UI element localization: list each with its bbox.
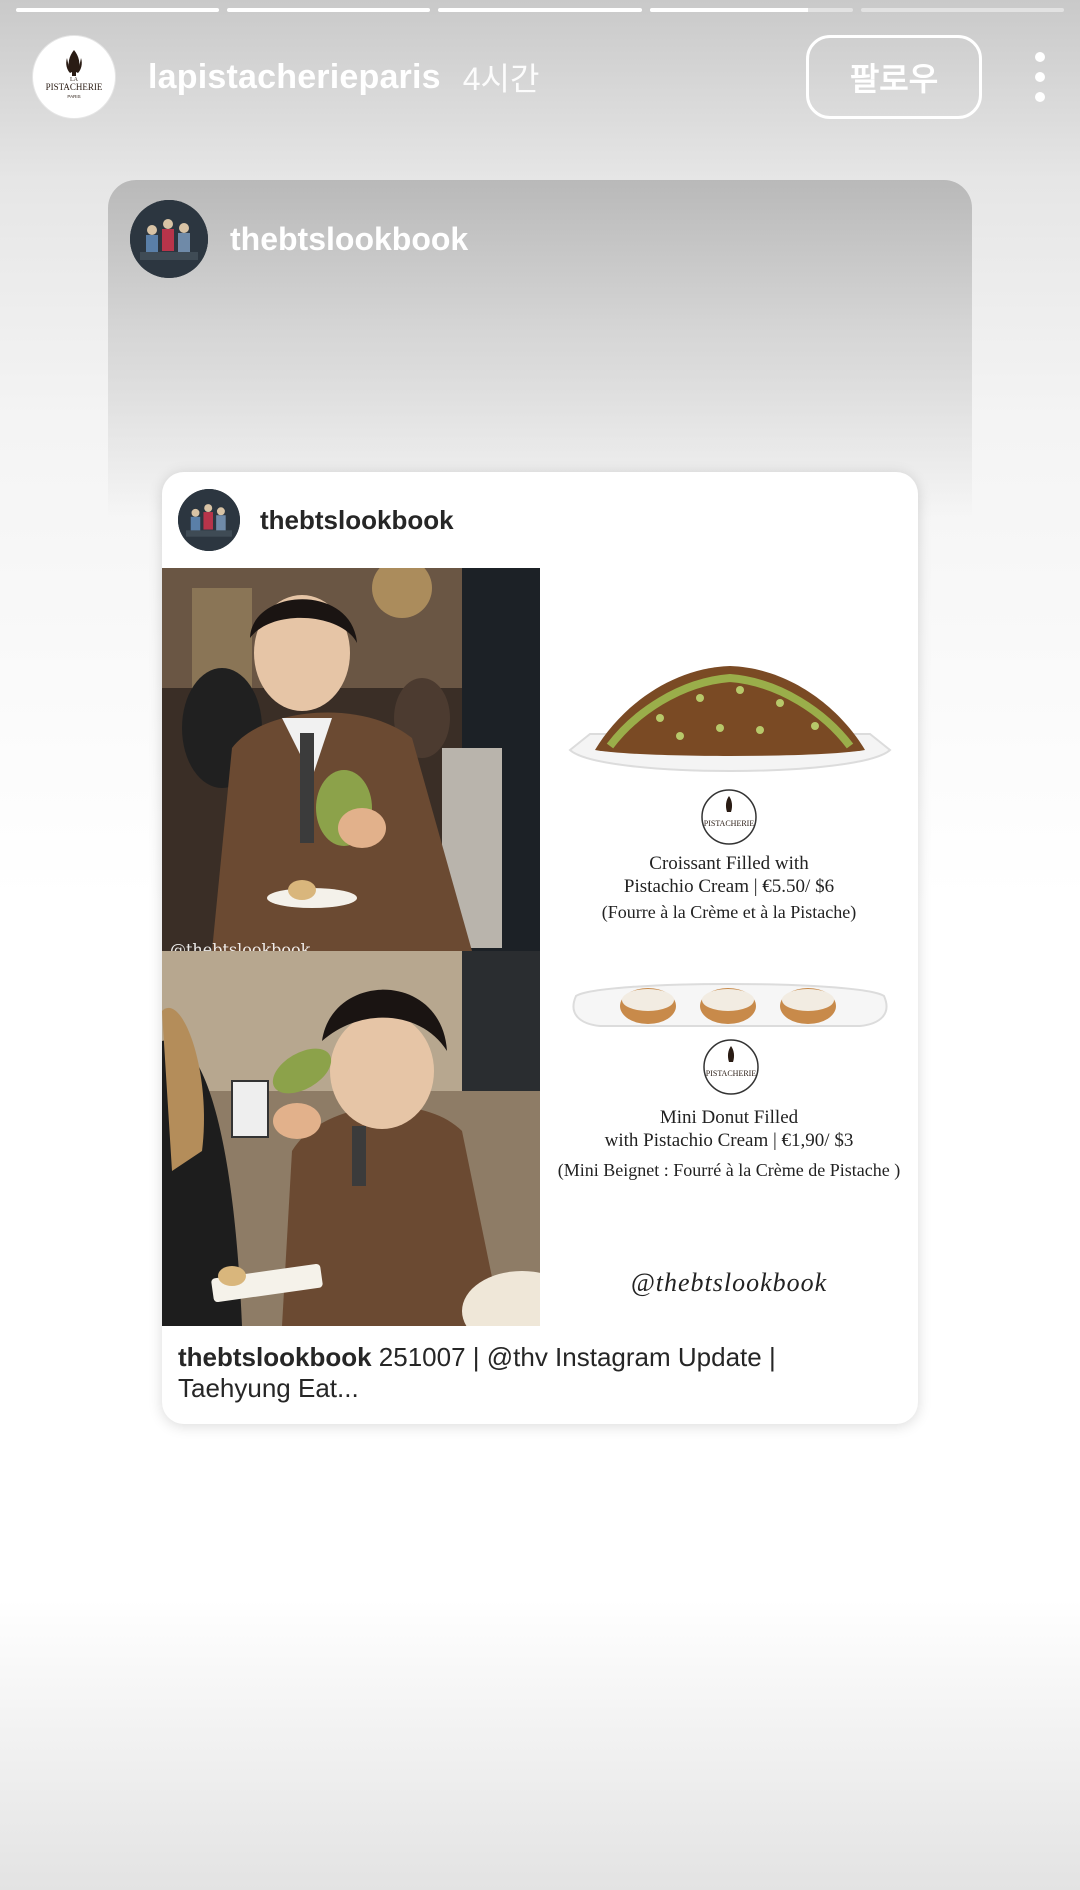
shared-post-card[interactable]: thebtslookbook bbox=[108, 180, 972, 520]
photo-biting-croissant bbox=[162, 951, 540, 1326]
story-progress-segment bbox=[438, 8, 642, 12]
more-options-icon[interactable] bbox=[1032, 52, 1048, 102]
svg-text:PISTACHERIE: PISTACHERIE bbox=[704, 819, 755, 828]
menu-item-2-subtitle: (Mini Beignet : Fourré à la Crème de Pis… bbox=[557, 1160, 901, 1180]
menu-item-1-title: Croissant Filled with Pistachio Cream | … bbox=[623, 853, 835, 897]
post-image[interactable]: @thebtslookbook PISTACHERIE Croissant Fi… bbox=[162, 568, 918, 1326]
signature-watermark: @thebtslookbook bbox=[630, 1268, 828, 1297]
embedded-post-card[interactable]: thebtslookbook @thebtslookbook PISTACHER… bbox=[162, 472, 918, 1424]
croissant-image bbox=[568, 666, 892, 772]
menu-item-2-title: Mini Donut Filled with Pistachio Cream |… bbox=[604, 1107, 854, 1151]
shared-username[interactable]: thebtslookbook bbox=[230, 221, 468, 258]
story-header: LA PISTACHERIE PARIS lapistacherieparis … bbox=[32, 34, 1048, 120]
svg-text:PARIS: PARIS bbox=[67, 94, 80, 99]
pistacherie-logo-small: PISTACHERIE bbox=[703, 1039, 759, 1095]
post-caption[interactable]: thebtslookbook 251007 | @thv Instagram U… bbox=[178, 1342, 878, 1404]
story-progress-segment bbox=[649, 8, 853, 12]
pistacherie-logo-small: PISTACHERIE bbox=[701, 789, 757, 845]
story-progress-segment bbox=[860, 8, 1065, 12]
follow-button[interactable]: 팔로우 bbox=[806, 35, 982, 119]
caption-username[interactable]: thebtslookbook bbox=[178, 1342, 372, 1372]
story-time: 4시간 bbox=[462, 61, 540, 97]
svg-text:PISTACHERIE: PISTACHERIE bbox=[46, 82, 103, 92]
post-header: thebtslookbook bbox=[162, 472, 918, 568]
donut-image bbox=[572, 983, 888, 1027]
post-user-avatar[interactable] bbox=[178, 489, 240, 551]
menu-panel: PISTACHERIE Croissant Filled with Pistac… bbox=[540, 568, 918, 1326]
svg-text:PISTACHERIE: PISTACHERIE bbox=[706, 1069, 757, 1078]
photo-collage: @thebtslookbook bbox=[162, 568, 540, 1326]
shared-post-header: thebtslookbook bbox=[130, 200, 468, 278]
story-username[interactable]: lapistacherieparis bbox=[148, 58, 441, 97]
story-progress-segment bbox=[227, 8, 431, 12]
shared-user-avatar[interactable] bbox=[130, 200, 208, 278]
menu-item-1-subtitle: (Fourre à la Crème et à la Pistache) bbox=[601, 902, 857, 922]
pistacherie-logo: LA PISTACHERIE PARIS bbox=[46, 50, 103, 99]
post-username[interactable]: thebtslookbook bbox=[260, 505, 454, 536]
story-progress bbox=[16, 8, 1065, 12]
photo-eating-croissant: @thebtslookbook bbox=[162, 568, 540, 951]
image-watermark: @thebtslookbook bbox=[170, 940, 311, 951]
story-progress-segment bbox=[16, 8, 220, 12]
profile-avatar[interactable]: LA PISTACHERIE PARIS bbox=[32, 35, 116, 119]
